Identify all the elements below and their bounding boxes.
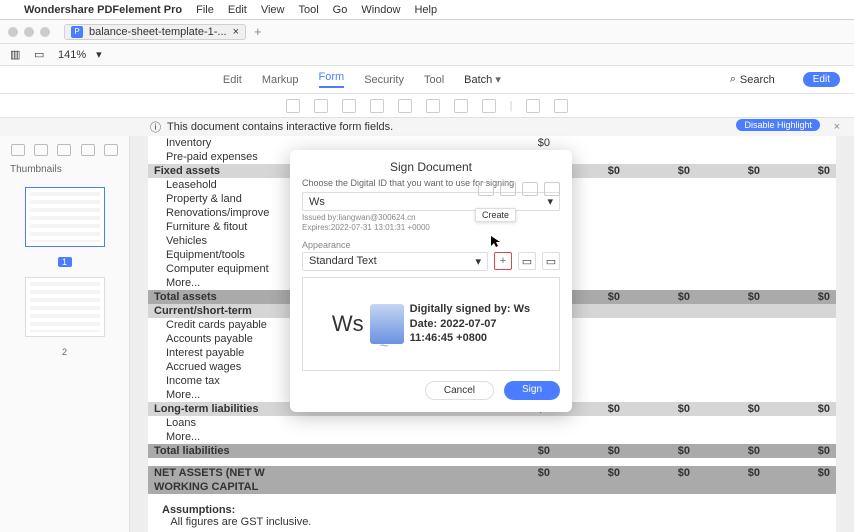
tab-title: balance-sheet-template-1-...	[89, 26, 227, 38]
appearance-label: Appearance	[302, 240, 560, 250]
tab-batch[interactable]: Batch ▾	[464, 73, 501, 86]
tab-close-icon[interactable]: ×	[233, 26, 239, 38]
tab-edit[interactable]: Edit	[223, 74, 242, 86]
traffic-close[interactable]	[8, 27, 18, 37]
dialog-title: Sign Document	[302, 160, 560, 174]
info-icon: ⓘ	[150, 119, 161, 135]
id-action-2[interactable]	[500, 182, 516, 196]
form-tool-5[interactable]	[398, 99, 412, 113]
app-name[interactable]: Wondershare PDFelement Pro	[24, 4, 182, 16]
page-num-2: 2	[58, 347, 72, 357]
assumptions: Assumptions: All figures are GST inclusi…	[148, 494, 836, 532]
cancel-button[interactable]: Cancel	[425, 381, 494, 400]
time-line: 11:46:45 +0800	[410, 331, 530, 345]
window-titlebar: P balance-sheet-template-1-... × +	[0, 20, 854, 44]
sign-document-dialog: Sign Document Choose the Digital ID that…	[290, 150, 572, 412]
chevron-down-icon: ▾	[547, 195, 553, 208]
zoom-dropdown-icon[interactable]: ▾	[96, 48, 102, 61]
signed-by-line: Digitally signed by: Ws	[410, 302, 530, 316]
page-thumbnail-2[interactable]	[25, 277, 105, 337]
menu-tool[interactable]: Tool	[298, 4, 318, 16]
id-action-4[interactable]	[544, 182, 560, 196]
appearance-select[interactable]: Standard Text▾	[302, 252, 488, 271]
form-tool-7[interactable]	[454, 99, 468, 113]
delete-appearance-button[interactable]: ▭	[542, 252, 560, 270]
traffic-max[interactable]	[40, 27, 50, 37]
main-toolbar: Edit Markup Form Security Tool Batch ▾ ⌕…	[0, 66, 854, 94]
form-tool-3[interactable]	[342, 99, 356, 113]
page-num-1: 1	[58, 257, 72, 267]
form-tool-4[interactable]	[370, 99, 384, 113]
thumb-icon[interactable]	[11, 144, 25, 156]
sidebar-label: Thumbnails	[0, 162, 129, 177]
menu-view[interactable]: View	[261, 4, 285, 16]
view-toolbar: ▥ ▭ 141% ▾	[0, 44, 854, 66]
id-action-3[interactable]	[522, 182, 538, 196]
tab-security[interactable]: Security	[364, 74, 404, 86]
date-line: Date: 2022-07-07	[410, 317, 530, 331]
sign-button[interactable]: Sign	[504, 381, 560, 400]
menu-go[interactable]: Go	[333, 4, 348, 16]
form-toolbar: |	[0, 94, 854, 118]
pdf-icon: P	[71, 26, 83, 38]
tab-form[interactable]: Form	[319, 71, 345, 88]
form-tool-6[interactable]	[426, 99, 440, 113]
form-fields-banner: ⓘ This document contains interactive for…	[0, 118, 854, 136]
new-tab-button[interactable]: +	[254, 24, 262, 39]
preview-name: Ws	[332, 311, 364, 337]
tab-tool[interactable]: Tool	[424, 74, 444, 86]
menu-help[interactable]: Help	[414, 4, 437, 16]
comment-icon[interactable]	[104, 144, 118, 156]
create-tooltip: Create	[475, 208, 516, 222]
form-tool-10[interactable]	[554, 99, 568, 113]
menu-edit[interactable]: Edit	[228, 4, 247, 16]
add-appearance-button[interactable]: +	[494, 252, 512, 270]
search-placeholder: Search	[740, 74, 775, 86]
signature-preview: Ws Digitally signed by: Ws Date: 2022-07…	[302, 277, 560, 371]
chevron-down-icon: ▾	[475, 255, 481, 268]
sidebar-toggle-icon[interactable]: ▥	[10, 48, 24, 62]
disable-highlight-button[interactable]: Disable Highlight	[736, 119, 820, 131]
thumbnails-sidebar: Thumbnails 1 2	[0, 136, 130, 532]
traffic-min[interactable]	[24, 27, 34, 37]
banner-close-icon[interactable]: ×	[834, 121, 840, 133]
document-tab[interactable]: P balance-sheet-template-1-... ×	[64, 24, 246, 40]
form-tool-8[interactable]	[482, 99, 496, 113]
tab-markup[interactable]: Markup	[262, 74, 299, 86]
id-action-1[interactable]	[478, 182, 494, 196]
form-tool-1[interactable]	[286, 99, 300, 113]
menu-window[interactable]: Window	[361, 4, 400, 16]
menu-file[interactable]: File	[196, 4, 214, 16]
attach-icon[interactable]	[81, 144, 95, 156]
outline-icon[interactable]	[57, 144, 71, 156]
banner-msg: This document contains interactive form …	[167, 121, 393, 133]
doc-icon	[370, 304, 404, 344]
page-thumbnail-1[interactable]	[25, 187, 105, 247]
macos-menubar: Wondershare PDFelement Pro File Edit Vie…	[0, 0, 854, 20]
expires: Expires:2022-07-31 13:01:31 +0000	[302, 223, 560, 233]
edit-button[interactable]: Edit	[803, 72, 840, 87]
search-box[interactable]: ⌕ Search	[730, 73, 775, 86]
zoom-level[interactable]: 141%	[58, 49, 86, 61]
bookmark-icon[interactable]	[34, 144, 48, 156]
form-tool-9[interactable]	[526, 99, 540, 113]
page-view-icon[interactable]: ▭	[34, 48, 48, 62]
form-tool-2[interactable]	[314, 99, 328, 113]
search-icon: ⌕	[730, 73, 736, 86]
issued-by: Issued by:liangwan@300624.cn	[302, 213, 560, 223]
edit-appearance-button[interactable]: ▭	[518, 252, 536, 270]
